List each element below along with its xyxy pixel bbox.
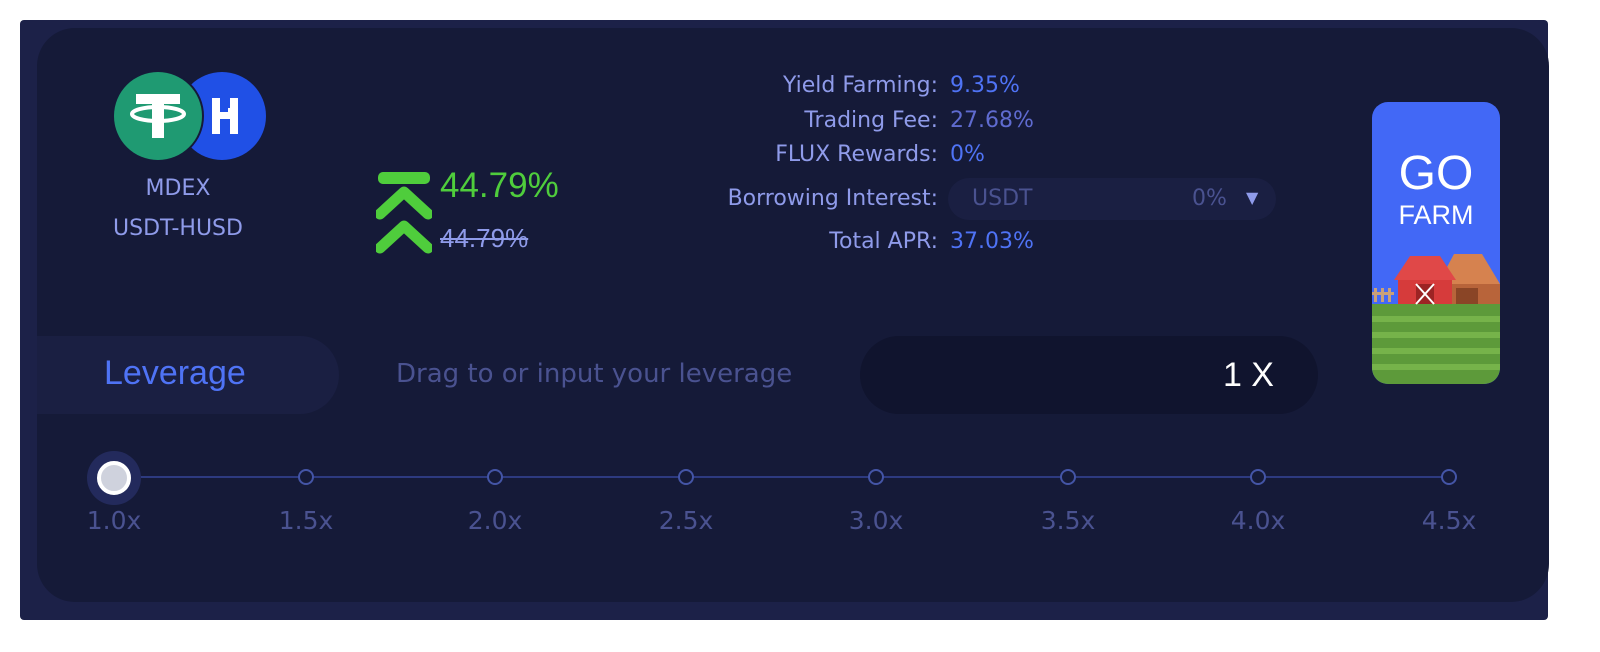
yield-farming-label: Yield Farming: — [782, 73, 938, 98]
slider-step-dot[interactable] — [1250, 469, 1266, 485]
original-apr: 44.79% — [440, 223, 529, 253]
slider-mark-label: 1.0x — [86, 506, 142, 535]
slider-mark-label: 3.5x — [1040, 506, 1096, 535]
slider-mark-label: 4.0x — [1230, 506, 1286, 535]
slider-mark-label: 1.5x — [278, 506, 334, 535]
slider-mark-label: 4.5x — [1421, 506, 1477, 535]
flux-rewards-value: 0% — [950, 142, 985, 167]
trading-fee-value: 27.68% — [950, 108, 1034, 133]
slider-mark-label: 2.5x — [658, 506, 714, 535]
trading-fee-label: Trading Fee: — [804, 108, 938, 133]
slider-step-dot[interactable] — [298, 469, 314, 485]
leverage-hint: Drag to or input your leverage — [396, 359, 793, 389]
go-farm-line2: FARM — [1398, 200, 1474, 230]
caret-down-icon: ▼ — [1246, 188, 1259, 207]
borrowing-interest-select[interactable]: USDT 0% ▼ — [948, 178, 1276, 220]
borrow-token: USDT — [972, 186, 1033, 211]
flux-rewards-label: FLUX Rewards: — [775, 142, 938, 167]
slider-step-dot[interactable] — [1441, 469, 1457, 485]
double-chevron-up-icon — [376, 172, 432, 254]
slider-mark-label: 2.0x — [467, 506, 523, 535]
slider-step-dot[interactable] — [1060, 469, 1076, 485]
usdt-logo-icon — [114, 72, 202, 160]
leverage-input[interactable] — [860, 336, 1318, 414]
slider-step-dot[interactable] — [868, 469, 884, 485]
total-apr-value: 37.03% — [950, 229, 1034, 254]
leverage-title: Leverage — [104, 354, 246, 392]
yield-farming-value: 9.35% — [950, 73, 1020, 98]
borrowing-interest-label: Borrowing Interest: — [727, 186, 938, 211]
slider-step-dot[interactable] — [487, 469, 503, 485]
total-apr-label: Total APR: — [829, 229, 938, 254]
slider-handle[interactable] — [97, 461, 131, 495]
go-farm-button[interactable]: GO FARM — [1372, 102, 1500, 384]
borrow-rate: 0% — [1192, 186, 1227, 211]
slider-mark-label: 3.0x — [848, 506, 904, 535]
boosted-apr: 44.79% — [440, 166, 559, 205]
slider-step-dot[interactable] — [678, 469, 694, 485]
pool-exchange: MDEX — [145, 176, 211, 201]
barn-farm-icon — [1372, 254, 1500, 384]
pool-pair: USDT-HUSD — [113, 216, 243, 241]
go-farm-line1: GO — [1398, 147, 1474, 200]
